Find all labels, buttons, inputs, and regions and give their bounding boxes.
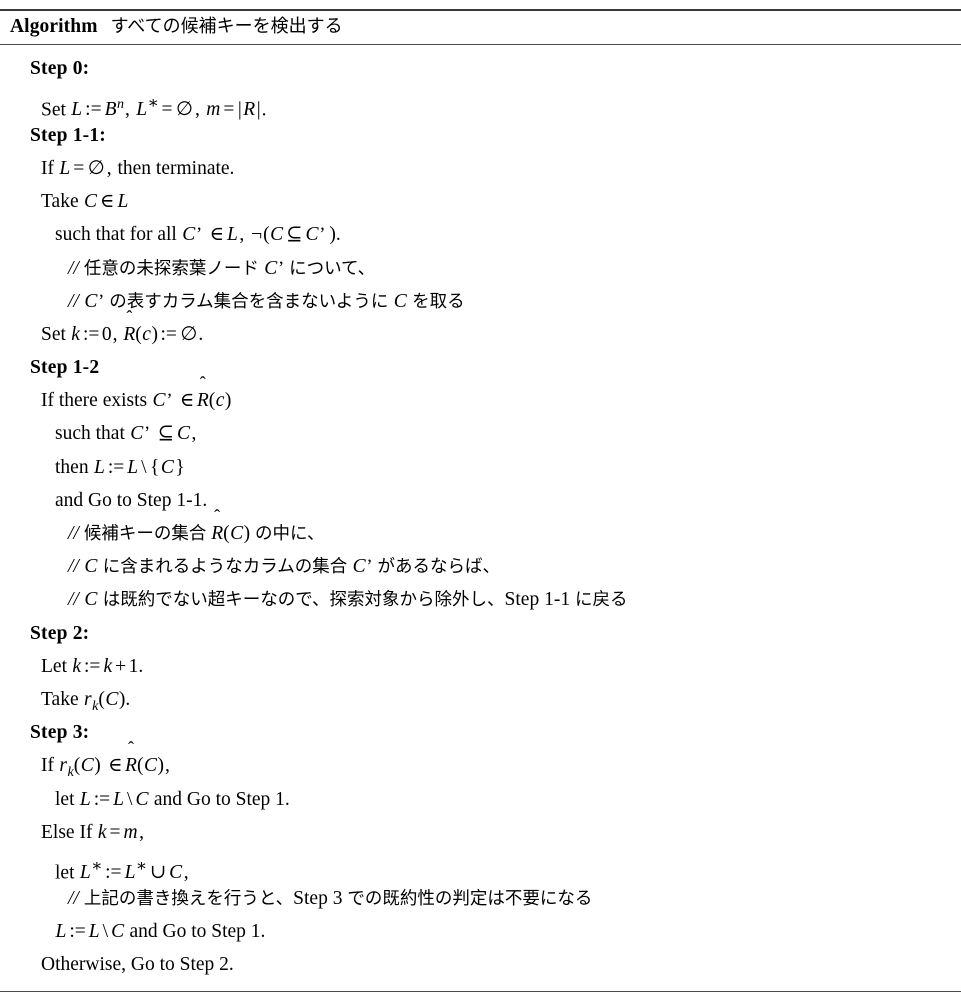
caption-title: すべての候補キーを検出する <box>110 16 343 37</box>
algorithm-line: let L∗:= L∗ ∪ C, <box>55 855 189 884</box>
algorithm-float: Algorithm すべての候補キーを検出する Step 0: Set L:= Bn… <box>0 9 961 992</box>
step-heading-1-2: Step 1-2 <box>30 357 100 379</box>
r-hat-symbol: ̂R <box>196 390 209 412</box>
algorithm-caption: Algorithm すべての候補キーを検出する <box>0 11 961 44</box>
algorithm-line: and Go to Step 1-1. <box>55 489 208 511</box>
algorithm-line: then L:= L \ {C} <box>55 456 185 478</box>
step-heading-0: Step 0: <box>30 58 90 80</box>
algorithm-line: If rk(C) ∈̂R(C), <box>0 749 961 782</box>
algorithm-line: Take rk(C). <box>41 688 131 714</box>
algorithm-line: If there exists C’ ∈̂R(c) <box>0 384 961 417</box>
algorithm-comment: //上記の書き換えを行うと、Step 3 での既約性の判定は不要になる <box>68 888 593 910</box>
algorithm-line: Let k:= k +1. <box>41 655 144 677</box>
step-heading-2: Step 2: <box>30 622 90 644</box>
algorithm-line: Take C ∈ L <box>41 191 129 213</box>
algorithm-body: Step 0: Set L:= Bn, L∗ = ∅, m = |R|. Step 1-1… <box>0 45 961 990</box>
algorithm-line: such that C’ ⊆ C, <box>55 423 197 445</box>
algorithm-comment: //候補キーの集合 ̂R(C) の中に、 <box>0 517 961 550</box>
algorithm-comment: //任意の未探索葉ノード C’ について、 <box>68 257 376 279</box>
caption-keyword: Algorithm <box>10 16 98 37</box>
algorithm-line: If L = ∅, then terminate. <box>41 157 235 179</box>
r-hat-symbol: ̂R <box>211 523 224 544</box>
algorithm-line: L:= L \ C and Go to Step 1. <box>55 921 266 943</box>
algorithm-line: such that for all C’ ∈ L, ¬(C ⊆ C’ ). <box>55 224 341 246</box>
step-heading-1-1: Step 1-1: <box>30 124 107 146</box>
algorithm-line: Otherwise, Go to Step 2. <box>41 954 234 976</box>
algorithm-line: Set L:= Bn, L∗ = ∅, m = |R|. <box>41 92 267 121</box>
bottom-rule <box>0 990 961 992</box>
algorithm-comment: //C に含まれるようなカラムの集合 C’ があるならば、 <box>68 556 500 578</box>
algorithm-line: Else If k = m, <box>41 821 144 843</box>
algorithm-comment: //C は既約でない超キーなので、探索対象から除外し、Step 1-1 に戻る <box>68 589 628 611</box>
algorithm-line: Set k:=0, ̂R(c):=∅. <box>0 318 961 351</box>
algorithm-comment: //C’ の表すカラム集合を含まないように C を取る <box>68 290 465 312</box>
algorithm-line: let L:= L \ C and Go to Step 1. <box>55 788 290 810</box>
r-hat-symbol: ̂R <box>123 323 136 345</box>
r-hat-symbol: ̂R <box>125 755 137 777</box>
step-heading-3: Step 3: <box>30 722 90 744</box>
